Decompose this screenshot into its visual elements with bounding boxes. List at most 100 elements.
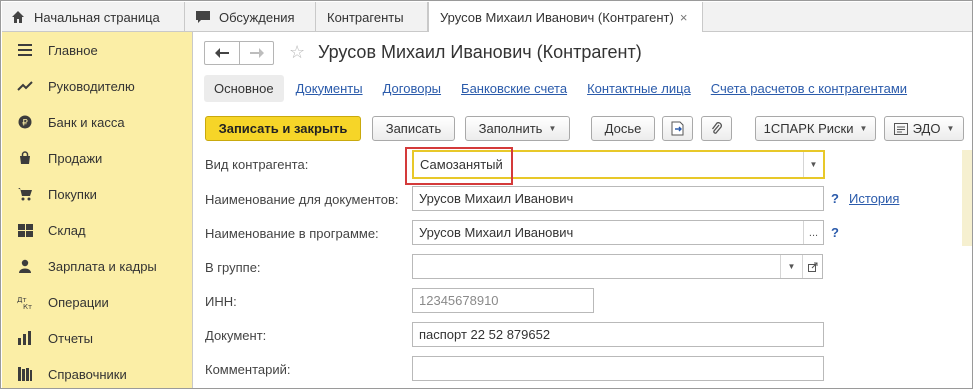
tab-label: Контрагенты xyxy=(327,9,404,25)
sidebar-item-sales[interactable]: Продажи xyxy=(2,140,193,176)
inn-input[interactable]: 12345678910 xyxy=(412,288,594,313)
group-label: В группе: xyxy=(205,260,261,275)
help-icon[interactable]: ? xyxy=(831,191,839,206)
chevron-down-icon: ▼ xyxy=(859,124,868,133)
group-select[interactable]: ▼ xyxy=(412,254,823,279)
sidebar-item-main[interactable]: Главное xyxy=(2,32,193,68)
sidebar-item-label: Главное xyxy=(48,42,98,58)
page-title: Урусов Михаил Иванович (Контрагент) xyxy=(318,42,642,62)
sidebar-item-label: Зарплата и кадры xyxy=(48,258,157,274)
inn-value: 12345678910 xyxy=(419,293,499,308)
fill-label: Заполнить xyxy=(478,121,543,136)
help-icon[interactable]: ? xyxy=(831,225,839,240)
dossier-button[interactable]: Досье xyxy=(591,116,655,141)
document-label: Документ: xyxy=(205,328,267,343)
home-icon xyxy=(10,9,26,25)
sidebar-item-warehouse[interactable]: Склад xyxy=(2,212,193,248)
chevron-down-icon[interactable]: ▼ xyxy=(780,255,802,278)
person-icon xyxy=(16,258,34,274)
spark-label: 1СПАРК Риски xyxy=(763,121,854,136)
chevron-down-icon: ▼ xyxy=(548,124,557,133)
sidebar-item-purchases[interactable]: Покупки xyxy=(2,176,193,212)
chat-icon xyxy=(195,9,211,25)
document-name-label: Наименование для документов: xyxy=(205,192,399,207)
warehouse-icon xyxy=(16,222,34,238)
open-icon[interactable] xyxy=(802,255,822,278)
form-subtabs: Основное Документы Договоры Банковские с… xyxy=(204,74,927,102)
document-input[interactable]: паспорт 22 52 879652 xyxy=(412,322,824,347)
dt-kt-icon: Дт Кт xyxy=(16,294,34,310)
coin-icon: ₽ xyxy=(16,114,34,130)
tab-discussions[interactable]: Обсуждения xyxy=(185,2,316,32)
attach-button[interactable] xyxy=(701,116,732,141)
document-name-value: Урусов Михаил Иванович xyxy=(419,191,574,206)
highlight-frame xyxy=(405,147,513,185)
sidebar-item-reports[interactable]: Отчеты xyxy=(2,320,193,356)
back-button[interactable] xyxy=(205,42,239,64)
tab-current-counterparty[interactable]: Урусов Михаил Иванович (Контрагент) × xyxy=(428,2,703,33)
sidebar-item-bank[interactable]: ₽ Банк и касса xyxy=(2,104,193,140)
ellipsis-button[interactable]: ... xyxy=(803,221,823,244)
subtab-contacts[interactable]: Контактные лица xyxy=(587,81,691,96)
sidebar-item-salary[interactable]: Зарплата и кадры xyxy=(2,248,193,284)
document-arrow-icon xyxy=(671,121,683,136)
sidebar-item-label: Операции xyxy=(48,294,109,310)
tab-label: Обсуждения xyxy=(219,9,295,25)
subtab-contracts[interactable]: Договоры xyxy=(383,81,441,96)
save-button[interactable]: Записать xyxy=(372,116,455,141)
subtab-documents[interactable]: Документы xyxy=(296,81,363,96)
program-name-label: Наименование в программе: xyxy=(205,226,379,241)
subtab-main[interactable]: Основное xyxy=(204,74,284,102)
chevron-down-icon[interactable]: ▼ xyxy=(803,152,823,177)
sidebar-item-directories[interactable]: Справочники xyxy=(2,356,193,389)
arrow-left-icon xyxy=(215,48,229,58)
chart-icon xyxy=(16,330,34,346)
svg-text:Кт: Кт xyxy=(23,303,32,309)
inn-label: ИНН: xyxy=(205,294,237,309)
sidebar-item-label: Продажи xyxy=(48,150,103,166)
books-icon xyxy=(16,366,34,382)
close-icon[interactable]: × xyxy=(680,10,688,25)
trend-icon xyxy=(16,78,34,94)
tab-label: Урусов Михаил Иванович (Контрагент) xyxy=(440,10,674,25)
sidebar-item-label: Банк и касса xyxy=(48,114,125,130)
favorite-star-icon[interactable]: ☆ xyxy=(289,42,305,63)
save-and-close-button[interactable]: Записать и закрыть xyxy=(205,116,361,141)
sidebar-item-label: Руководителю xyxy=(48,78,135,94)
program-name-value: Урусов Михаил Иванович xyxy=(419,225,574,240)
menu-icon xyxy=(16,42,34,58)
history-link[interactable]: История xyxy=(849,191,899,206)
sidebar-item-manager[interactable]: Руководителю xyxy=(2,68,193,104)
cart-icon xyxy=(16,186,34,202)
subtab-settlement-accounts[interactable]: Счета расчетов с контрагентами xyxy=(711,81,907,96)
bag-icon xyxy=(16,150,34,166)
document-report-button[interactable] xyxy=(662,116,693,141)
edo-label: ЭДО xyxy=(912,121,941,136)
forward-button[interactable] xyxy=(239,42,273,64)
spark-risks-button[interactable]: 1СПАРК Риски ▼ xyxy=(755,116,876,141)
comment-label: Комментарий: xyxy=(205,362,291,377)
sidebar-item-operations[interactable]: Дт Кт Операции xyxy=(2,284,193,320)
counterparty-type-label: Вид контрагента: xyxy=(205,157,309,172)
app-window: Начальная страница Обсуждения Контрагент… xyxy=(0,0,973,389)
tab-counterparties[interactable]: Контрагенты xyxy=(316,2,428,32)
tab-home[interactable]: Начальная страница xyxy=(2,2,185,32)
tab-bar: Начальная страница Обсуждения Контрагент… xyxy=(2,2,972,33)
comment-input[interactable] xyxy=(412,356,824,381)
document-name-input[interactable]: Урусов Михаил Иванович xyxy=(412,186,824,211)
svg-text:₽: ₽ xyxy=(22,119,28,129)
edo-icon xyxy=(893,122,908,135)
sidebar-item-label: Склад xyxy=(48,222,86,238)
subtab-bank-accounts[interactable]: Банковские счета xyxy=(461,81,567,96)
edo-button[interactable]: ЭДО ▼ xyxy=(884,116,964,141)
paperclip-icon xyxy=(711,121,722,134)
sidebar: Главное Руководителю ₽ Банк и касса Прод… xyxy=(2,32,193,388)
history-nav xyxy=(204,41,274,65)
program-name-input[interactable]: Урусов Михаил Иванович ... xyxy=(412,220,824,245)
fill-button[interactable]: Заполнить ▼ xyxy=(465,116,570,141)
chevron-down-icon: ▼ xyxy=(946,124,955,133)
scrollbar[interactable] xyxy=(962,150,972,246)
sidebar-item-label: Отчеты xyxy=(48,330,93,346)
arrow-right-icon xyxy=(249,48,264,58)
sidebar-item-label: Покупки xyxy=(48,186,97,202)
